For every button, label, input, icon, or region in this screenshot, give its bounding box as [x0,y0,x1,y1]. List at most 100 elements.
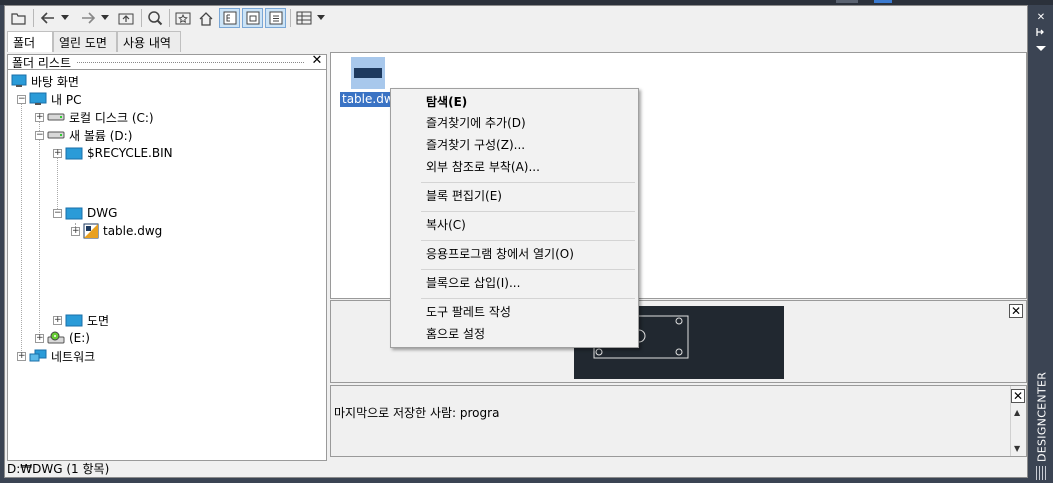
close-icon[interactable]: ✕ [1035,13,1047,23]
description-toggle-icon[interactable] [265,8,286,28]
palette-sidebar: ✕ DESIGNCENTER [1030,5,1053,483]
menu-item-explore[interactable]: 탐색(E) [426,92,467,112]
dwg-thumbnail[interactable] [351,57,385,89]
folder-tree: 바탕 화면 − 내 PC + 로컬 디스크 (C:) − 새 볼륨 (D:) + [7,70,327,461]
auto-hide-icon[interactable] [1035,27,1047,37]
folder-icon [65,314,83,327]
tree-item-drive-c[interactable]: + 로컬 디스크 (C:) [35,108,154,126]
tree-item-label: 로컬 디스크 (C:) [69,110,154,125]
up-icon[interactable] [116,8,136,28]
scroll-up-icon[interactable]: ▲ [1014,408,1020,417]
folder-icon [65,207,83,220]
menu-item-add-favorites[interactable]: 즐겨찾기에 추가(D) [426,113,526,133]
file-label[interactable]: table.dw [340,92,396,107]
description-scrollbar[interactable]: ✕ ▲ ▼ [1010,386,1026,456]
folder-list-header: 폴더 리스트 ✕ [7,54,327,70]
menu-separator [421,298,635,299]
search-icon[interactable] [145,8,165,28]
menu-item-block-editor[interactable]: 블록 편집기(E) [426,186,502,206]
tab-history[interactable]: 사용 내역 [117,31,181,52]
tree-item-label: 내 PC [51,92,82,107]
resize-grip-icon[interactable] [1036,466,1048,480]
collapse-icon[interactable]: − [17,94,26,104]
tree-item-label: 새 볼륨 (D:) [69,128,133,143]
tree-item-this-pc[interactable]: − 내 PC [17,90,81,108]
tree-item-label: DWG [87,206,118,220]
expand-icon[interactable]: + [35,333,44,343]
tree-item-recycle-bin[interactable]: + $RECYCLE.BIN [53,144,173,162]
network-icon [29,349,47,363]
menu-separator [421,240,635,241]
tree-toggle-icon[interactable] [219,8,240,28]
description-pane: 마지막으로 저장한 사람: progra ✕ ▲ ▼ [330,385,1027,457]
description-text: 마지막으로 저장한 사람: progra [334,406,500,420]
expand-icon[interactable]: + [71,226,80,236]
load-icon[interactable] [9,8,29,28]
forward-dropdown-icon[interactable] [99,8,111,28]
tree-connector [21,97,22,355]
menu-item-set-home[interactable]: 홈으로 설정 [426,324,485,344]
menu-separator [421,269,635,270]
views-icon[interactable] [294,8,314,28]
menu-item-create-tool-palette[interactable]: 도구 팔레트 작성 [426,302,511,322]
tree-item-label: $RECYCLE.BIN [87,146,173,160]
menu-item-open-in-window[interactable]: 응용프로그램 창에서 열기(O) [426,244,574,264]
menu-item-copy[interactable]: 복사(C) [426,215,466,235]
palette-title: DESIGNCENTER [1035,371,1049,463]
thumbnail-graphic [354,68,382,78]
scroll-down-icon[interactable]: ▼ [1014,444,1020,453]
close-icon[interactable]: ✕ [310,54,324,68]
desktop-icon [11,74,27,88]
designcenter-window: 폴더 열린 도면 사용 내역 폴더 리스트 ✕ 바탕 화면 − 내 PC + 로… [4,5,1028,478]
tree-item-drive-d[interactable]: − 새 볼륨 (D:) [35,126,132,144]
optical-drive-icon [47,331,65,345]
computer-icon [29,92,47,106]
tree-item-desktop[interactable]: 바탕 화면 [11,72,79,90]
close-icon[interactable]: ✕ [1011,389,1025,403]
tree-item-drawings[interactable]: + 도면 [53,311,109,329]
preview-toggle-icon[interactable] [242,8,263,28]
back-dropdown-icon[interactable] [59,8,71,28]
expand-icon[interactable]: + [35,112,44,122]
home-icon[interactable] [196,8,216,28]
toolbar-separator [33,9,34,27]
collapse-icon[interactable]: − [35,130,44,140]
menu-item-attach-xref[interactable]: 외부 참조로 부착(A)... [426,157,540,177]
expand-icon[interactable]: + [53,315,62,325]
expand-icon[interactable]: + [17,351,26,361]
menu-separator [421,211,635,212]
back-icon[interactable] [38,8,58,28]
drive-icon [47,112,65,122]
menu-separator [421,182,635,183]
tab-open-drawings[interactable]: 열린 도면 [53,31,117,52]
tree-item-dwg[interactable]: − DWG [53,204,117,222]
dwg-file-icon [83,223,99,239]
favorites-icon[interactable] [173,8,193,28]
collapse-icon[interactable]: − [53,208,62,218]
strip-segment [836,0,858,3]
tree-item-label: 네트워크 [51,349,96,364]
tree-item-network[interactable]: + 네트워크 [17,347,95,365]
toolbar-separator [290,9,291,27]
tree-item-label: 바탕 화면 [31,74,79,89]
context-menu: 탐색(E) 즐겨찾기에 추가(D) 즐겨찾기 구성(Z)... 외부 참조로 부… [390,88,639,348]
tree-item-label: table.dwg [103,224,163,238]
tree-item-label: 도면 [87,313,110,328]
tab-folders[interactable]: 폴더 [7,31,53,52]
menu-item-insert-block[interactable]: 블록으로 삽입(I)... [426,273,520,293]
properties-icon[interactable] [1035,43,1047,53]
strip-segment-active [874,0,892,3]
forward-icon[interactable] [78,8,98,28]
toolbar [5,6,1027,30]
menu-item-organize-favorites[interactable]: 즐겨찾기 구성(Z)... [426,135,525,155]
status-bar: D:₩DWG (1 항목) [7,462,110,476]
views-dropdown-icon[interactable] [315,8,327,28]
folder-list-title: 폴더 리스트 [12,55,72,70]
header-grip [77,61,304,63]
tree-item-label: (E:) [69,331,90,345]
tree-connector [39,115,40,335]
tree-item-drive-e[interactable]: + (E:) [35,329,90,347]
close-icon[interactable]: ✕ [1009,304,1023,318]
expand-icon[interactable]: + [53,148,62,158]
tree-item-table-dwg[interactable]: + table.dwg [71,222,162,240]
